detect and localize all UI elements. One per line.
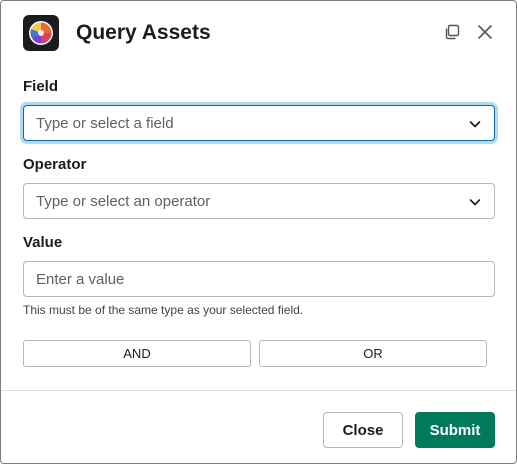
field-select-placeholder: Type or select a field [36, 114, 174, 132]
modal-title: Query Assets [76, 21, 211, 44]
field-select[interactable]: Type or select a field [23, 105, 495, 141]
chevron-down-icon [469, 121, 481, 128]
popout-button[interactable] [441, 21, 463, 43]
value-label: Value [23, 234, 63, 251]
submit-button[interactable]: Submit [415, 412, 495, 448]
modal-header: Query Assets [1, 1, 516, 65]
footer-divider [1, 390, 516, 391]
chevron-down-icon [469, 199, 481, 206]
close-icon [478, 25, 492, 39]
and-button[interactable]: AND [23, 340, 251, 367]
close-modal-button[interactable] [474, 21, 496, 43]
query-assets-modal: Query Assets Field Type or select a fiel… [0, 0, 517, 464]
value-hint: This must be of the same type as your se… [23, 303, 304, 317]
field-label: Field [23, 78, 59, 95]
operator-label: Operator [23, 156, 87, 173]
operator-select[interactable]: Type or select an operator [23, 183, 495, 219]
operator-select-placeholder: Type or select an operator [36, 192, 211, 210]
app-logo-icon [23, 15, 59, 51]
value-input-placeholder: Enter a value [36, 270, 125, 288]
value-input[interactable]: Enter a value [23, 261, 495, 297]
popout-icon [445, 24, 460, 40]
close-button[interactable]: Close [323, 412, 403, 448]
or-button[interactable]: OR [259, 340, 487, 367]
